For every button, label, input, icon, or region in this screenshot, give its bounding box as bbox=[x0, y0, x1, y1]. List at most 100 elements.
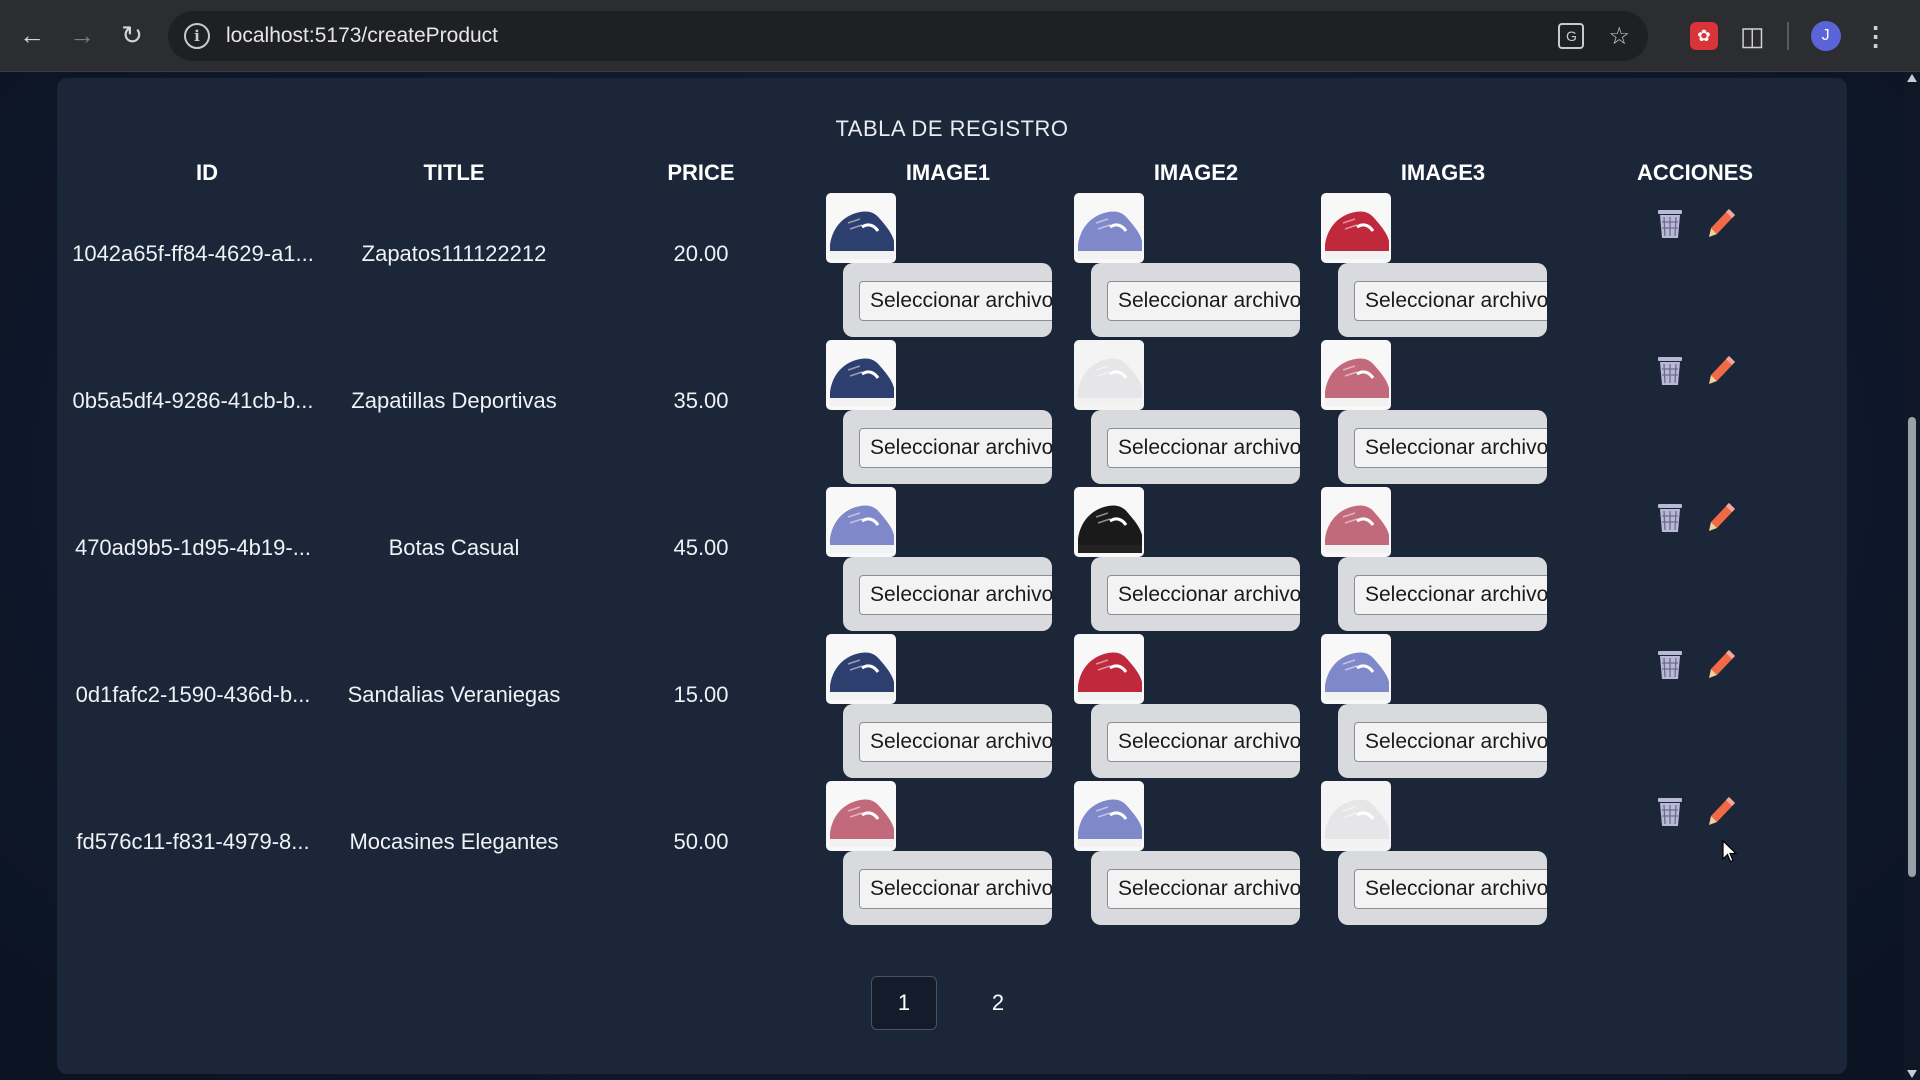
image1-cell: Seleccionar archivo bbox=[826, 781, 1072, 928]
file-input-wrapper: Seleccionar archivo bbox=[1091, 263, 1300, 337]
header-price: PRICE bbox=[667, 160, 735, 185]
pencil-icon[interactable] bbox=[1707, 647, 1737, 686]
choose-file-button[interactable]: Seleccionar archivo bbox=[1107, 281, 1300, 321]
file-input-wrapper: Seleccionar archivo bbox=[843, 557, 1052, 631]
trash-icon[interactable] bbox=[1655, 500, 1685, 539]
choose-file-button[interactable]: Seleccionar archivo bbox=[1107, 722, 1300, 762]
scrollbar[interactable] bbox=[1904, 72, 1920, 1080]
shoe-thumbnail bbox=[1074, 193, 1144, 263]
choose-file-button[interactable]: Seleccionar archivo bbox=[1354, 722, 1547, 762]
table-row: fd576c11-f831-4979-8... Mocasines Elegant… bbox=[57, 781, 1847, 928]
pencil-icon[interactable] bbox=[1707, 500, 1737, 539]
shoe-thumbnail bbox=[826, 634, 896, 704]
translate-icon[interactable]: G bbox=[1558, 23, 1585, 49]
table-row: 0d1fafc2-1590-436d-b... Sandalias Veranie… bbox=[57, 634, 1847, 781]
choose-file-button[interactable]: Seleccionar archivo bbox=[859, 428, 1052, 468]
choose-file-button[interactable]: Seleccionar archivo bbox=[1107, 869, 1300, 909]
choose-file-button[interactable]: Seleccionar archivo bbox=[859, 281, 1052, 321]
image1-cell: Seleccionar archivo bbox=[826, 193, 1072, 340]
bookmark-star-icon[interactable]: ☆ bbox=[1608, 22, 1630, 51]
table-row: 0b5a5df4-9286-41cb-b... Zapatillas Deport… bbox=[57, 340, 1847, 487]
row-actions bbox=[1655, 793, 1737, 833]
image2-cell: Seleccionar archivo bbox=[1074, 634, 1320, 781]
choose-file-button[interactable]: Seleccionar archivo bbox=[1354, 869, 1547, 909]
image3-cell: Seleccionar archivo bbox=[1321, 193, 1567, 340]
cell-id: 0d1fafc2-1590-436d-b... bbox=[75, 682, 311, 707]
cell-price: 20.00 bbox=[673, 241, 729, 266]
file-input-wrapper: Seleccionar archivo bbox=[843, 263, 1052, 337]
header-acciones: ACCIONES bbox=[1636, 160, 1754, 185]
pencil-icon[interactable] bbox=[1707, 794, 1737, 833]
mouse-cursor-icon bbox=[1722, 840, 1738, 863]
choose-file-button[interactable]: Seleccionar archivo bbox=[1107, 428, 1300, 468]
row-actions bbox=[1655, 352, 1737, 392]
table-row: 1042a65f-ff84-4629-a1... Zapatos111122212… bbox=[57, 193, 1847, 340]
choose-file-button[interactable]: Seleccionar archivo bbox=[859, 575, 1052, 615]
file-input-wrapper: Seleccionar archivo bbox=[1091, 704, 1300, 778]
file-input-wrapper: Seleccionar archivo bbox=[1091, 851, 1300, 925]
scroll-up-arrow[interactable] bbox=[1907, 74, 1917, 82]
cell-id: 0b5a5df4-9286-41cb-b... bbox=[72, 388, 314, 413]
forward-icon[interactable]: → bbox=[58, 12, 106, 60]
file-input-wrapper: Seleccionar archivo bbox=[1338, 557, 1547, 631]
address-bar[interactable]: i localhost:5173/createProduct G ☆ bbox=[168, 11, 1648, 61]
extension-icon[interactable]: ✿ bbox=[1690, 22, 1718, 50]
back-icon[interactable]: ← bbox=[8, 12, 56, 60]
choose-file-button[interactable]: Seleccionar archivo bbox=[859, 722, 1052, 762]
shoe-thumbnail bbox=[1074, 340, 1144, 410]
header-image3: IMAGE3 bbox=[1400, 160, 1486, 185]
choose-file-button[interactable]: Seleccionar archivo bbox=[1354, 428, 1547, 468]
cell-id: fd576c11-f831-4979-8... bbox=[76, 829, 310, 854]
reload-icon[interactable]: ↻ bbox=[108, 12, 156, 60]
image3-cell: Seleccionar archivo bbox=[1321, 340, 1567, 487]
scroll-down-arrow[interactable] bbox=[1907, 1070, 1917, 1078]
header-id: ID bbox=[196, 160, 218, 185]
shoe-thumbnail bbox=[826, 781, 896, 851]
pencil-icon[interactable] bbox=[1707, 206, 1737, 245]
shoe-thumbnail bbox=[1074, 634, 1144, 704]
puzzle-icon[interactable]: ◫ bbox=[1740, 21, 1765, 52]
cell-price: 35.00 bbox=[673, 388, 729, 413]
file-input-wrapper: Seleccionar archivo bbox=[1338, 851, 1547, 925]
shoe-thumbnail bbox=[826, 340, 896, 410]
file-input-wrapper: Seleccionar archivo bbox=[843, 704, 1052, 778]
choose-file-button[interactable]: Seleccionar archivo bbox=[1354, 281, 1547, 321]
file-input-wrapper: Seleccionar archivo bbox=[1338, 410, 1547, 484]
shoe-thumbnail bbox=[1321, 634, 1391, 704]
shoe-thumbnail bbox=[1074, 781, 1144, 851]
page-viewport: TABLA DE REGISTRO ID TITLE PRICE IMAGE1 … bbox=[0, 72, 1904, 1080]
trash-icon[interactable] bbox=[1655, 647, 1685, 686]
page-1-button[interactable]: 1 bbox=[871, 976, 937, 1030]
file-input-wrapper: Seleccionar archivo bbox=[1338, 263, 1547, 337]
choose-file-button[interactable]: Seleccionar archivo bbox=[859, 869, 1052, 909]
kebab-menu-icon[interactable]: ⋮ bbox=[1863, 21, 1889, 52]
shoe-thumbnail bbox=[826, 487, 896, 557]
avatar[interactable]: J bbox=[1810, 21, 1841, 51]
image2-cell: Seleccionar archivo bbox=[1074, 340, 1320, 487]
row-actions bbox=[1655, 499, 1737, 539]
image3-cell: Seleccionar archivo bbox=[1321, 634, 1567, 781]
cell-id: 1042a65f-ff84-4629-a1... bbox=[72, 241, 314, 266]
cell-title: Sandalias Veraniegas bbox=[347, 682, 561, 707]
file-input-wrapper: Seleccionar archivo bbox=[843, 851, 1052, 925]
shoe-thumbnail bbox=[1321, 340, 1391, 410]
choose-file-button[interactable]: Seleccionar archivo bbox=[1107, 575, 1300, 615]
cell-price: 50.00 bbox=[673, 829, 729, 854]
cell-price: 15.00 bbox=[673, 682, 729, 707]
table-caption: TABLA DE REGISTRO bbox=[835, 116, 1069, 141]
row-actions bbox=[1655, 646, 1737, 686]
header-image1: IMAGE1 bbox=[905, 160, 991, 185]
scroll-thumb[interactable] bbox=[1908, 417, 1916, 877]
shoe-thumbnail bbox=[1074, 487, 1144, 557]
choose-file-button[interactable]: Seleccionar archivo bbox=[1354, 575, 1547, 615]
pencil-icon[interactable] bbox=[1707, 353, 1737, 392]
trash-icon[interactable] bbox=[1655, 206, 1685, 245]
cell-id: 470ad9b5-1d95-4b19-... bbox=[74, 535, 312, 560]
trash-icon[interactable] bbox=[1655, 794, 1685, 833]
url-text[interactable]: localhost:5173/createProduct bbox=[226, 24, 498, 48]
file-input-wrapper: Seleccionar archivo bbox=[843, 410, 1052, 484]
site-info-icon[interactable]: i bbox=[184, 23, 210, 49]
page-2-button[interactable]: 2 bbox=[965, 976, 1031, 1030]
image1-cell: Seleccionar archivo bbox=[826, 340, 1072, 487]
trash-icon[interactable] bbox=[1655, 353, 1685, 392]
